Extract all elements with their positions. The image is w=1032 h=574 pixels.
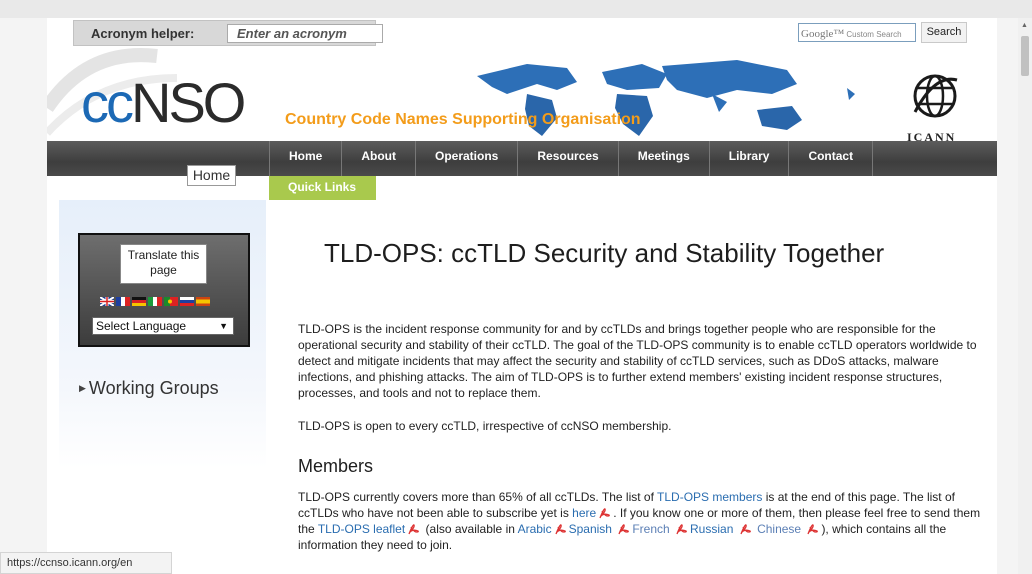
logo-cc: cc bbox=[81, 71, 134, 134]
pdf-icon bbox=[807, 524, 819, 535]
nav-about[interactable]: About bbox=[341, 141, 415, 176]
site-tagline: Country Code Names Supporting Organisati… bbox=[285, 111, 641, 128]
germany-flag-icon[interactable] bbox=[132, 297, 146, 306]
logo-nso: NSO bbox=[131, 71, 246, 134]
nav-links: Home About Operations Resources Meetings… bbox=[269, 141, 874, 176]
members-text: TLD-OPS currently covers more than 65% o… bbox=[298, 490, 658, 504]
members-heading: Members bbox=[298, 456, 374, 476]
pdf-icon bbox=[408, 524, 420, 535]
pdf-icon bbox=[740, 524, 751, 535]
home-breadcrumb[interactable]: Home bbox=[187, 165, 236, 186]
main-nav: Home Home About Operations Resources Mee… bbox=[47, 141, 997, 186]
nav-resources[interactable]: Resources bbox=[517, 141, 617, 176]
acronym-helper: Acronym helper: Enter an acronym bbox=[73, 20, 383, 46]
vertical-scrollbar[interactable]: ▲ bbox=[1018, 18, 1032, 574]
status-bar-url: https://ccnso.icann.org/en bbox=[0, 552, 172, 574]
language-flags bbox=[100, 297, 210, 306]
nav-home[interactable]: Home bbox=[269, 141, 341, 176]
leaflet-russian-link[interactable]: Russian bbox=[690, 522, 733, 536]
leaflet-arabic-link[interactable]: Arabic bbox=[518, 522, 552, 536]
unsubscribed-list-link[interactable]: here bbox=[572, 506, 596, 520]
nav-quick-links[interactable]: Quick Links bbox=[269, 176, 376, 200]
members-text: (also available in bbox=[422, 522, 518, 536]
translate-widget: Translate this page Select Language ▼ bbox=[78, 233, 250, 347]
ccnso-logo[interactable]: ccNSO bbox=[81, 70, 246, 135]
pdf-icon bbox=[676, 524, 687, 535]
utility-bar: Acronym helper: Enter an acronym Google™… bbox=[47, 18, 997, 48]
france-flag-icon[interactable] bbox=[116, 297, 130, 306]
translate-page-button[interactable]: Translate this page bbox=[120, 244, 207, 284]
nav-library[interactable]: Library bbox=[708, 141, 789, 176]
pdf-icon bbox=[618, 524, 630, 535]
site-header: ccNSO Country Code Names Supporting Orga… bbox=[47, 48, 997, 144]
google-brand: Google™ bbox=[801, 28, 845, 40]
leaflet-spanish-link[interactable]: Spanish bbox=[569, 522, 612, 536]
acronym-helper-label: Acronym helper: bbox=[91, 26, 195, 41]
pdf-icon bbox=[599, 508, 611, 519]
scroll-up-arrow-icon[interactable]: ▲ bbox=[1021, 22, 1028, 29]
membership-paragraph: TLD-OPS is open to every ccTLD, irrespec… bbox=[298, 419, 672, 433]
sidebar-item-working-groups[interactable]: ▶ Working Groups bbox=[79, 378, 219, 399]
icann-globe-icon[interactable] bbox=[905, 66, 961, 126]
russia-flag-icon[interactable] bbox=[180, 297, 194, 306]
pdf-icon bbox=[554, 524, 566, 535]
browser-top-strip bbox=[0, 0, 1032, 18]
intro-paragraph: TLD-OPS is the incident response communi… bbox=[298, 322, 977, 400]
expand-triangle-icon: ▶ bbox=[79, 383, 86, 393]
browser-frame: Acronym helper: Enter an acronym Google™… bbox=[0, 0, 1032, 574]
scrollbar-thumb[interactable] bbox=[1021, 36, 1029, 76]
leaflet-chinese-link[interactable]: Chinese bbox=[757, 522, 801, 536]
page-title: TLD-OPS: ccTLD Security and Stability To… bbox=[324, 238, 885, 268]
leaflet-french-link[interactable]: French bbox=[632, 522, 669, 536]
italy-flag-icon[interactable] bbox=[148, 297, 162, 306]
tld-ops-members-link[interactable]: TLD-OPS members bbox=[657, 490, 762, 504]
language-select-value: Select Language bbox=[96, 319, 187, 333]
portugal-flag-icon[interactable] bbox=[164, 297, 178, 306]
sidebar: Translate this page Select Language ▼ ▶ W… bbox=[59, 200, 266, 468]
dropdown-arrow-icon: ▼ bbox=[219, 321, 228, 331]
google-search-input[interactable]: Google™ Custom Search bbox=[798, 23, 916, 42]
acronym-input[interactable]: Enter an acronym bbox=[227, 24, 383, 43]
search-button[interactable]: Search bbox=[921, 22, 967, 43]
members-paragraph: TLD-OPS currently covers more than 65% o… bbox=[298, 489, 988, 553]
google-custom-search-label: Custom Search bbox=[846, 30, 902, 39]
language-select[interactable]: Select Language ▼ bbox=[92, 317, 234, 335]
working-groups-label: Working Groups bbox=[88, 378, 219, 398]
web-page: Acronym helper: Enter an acronym Google™… bbox=[47, 18, 997, 574]
nav-contact[interactable]: Contact bbox=[788, 141, 874, 176]
nav-meetings[interactable]: Meetings bbox=[617, 141, 709, 176]
spain-flag-icon[interactable] bbox=[196, 297, 210, 306]
uk-flag-icon[interactable] bbox=[100, 297, 114, 306]
nav-operations[interactable]: Operations bbox=[415, 141, 517, 176]
tld-ops-leaflet-link[interactable]: TLD-OPS leaflet bbox=[318, 522, 405, 536]
